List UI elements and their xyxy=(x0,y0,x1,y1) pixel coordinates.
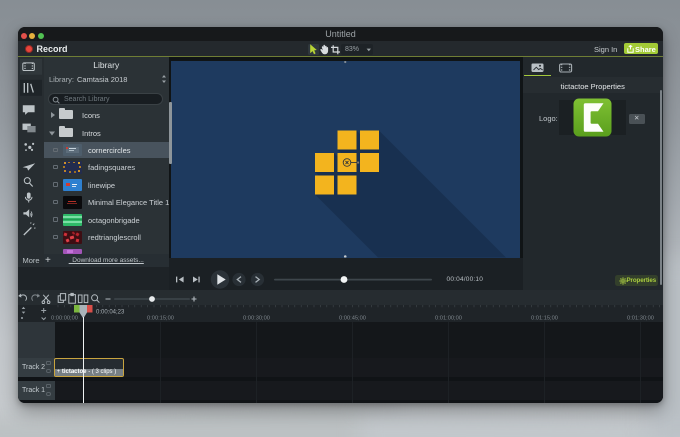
svg-text:0:01:30;00: 0:01:30;00 xyxy=(627,316,654,322)
svg-text:0:00:15;00: 0:00:15;00 xyxy=(147,316,174,322)
svg-text:0:00:45;00: 0:00:45;00 xyxy=(339,316,366,322)
svg-text:0:00:30;00: 0:00:30;00 xyxy=(243,316,270,322)
svg-text:0:01:15;00: 0:01:15;00 xyxy=(531,316,558,322)
svg-text:0:00:04;23: 0:00:04;23 xyxy=(96,310,125,316)
svg-text:0:01:00;00: 0:01:00;00 xyxy=(435,316,462,322)
svg-text:0:00:00;00: 0:00:00;00 xyxy=(51,316,78,322)
